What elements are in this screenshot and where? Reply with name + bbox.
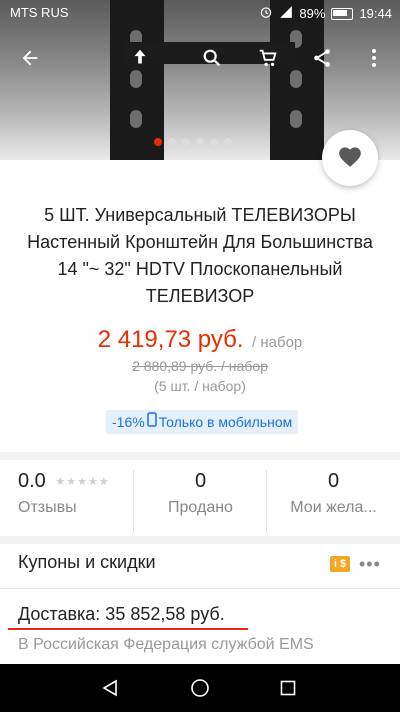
pack-info: (5 шт. / набор): [154, 378, 246, 394]
cart-icon[interactable]: [252, 42, 284, 74]
gallery-dot[interactable]: [168, 138, 176, 146]
share-upload-icon[interactable]: [124, 42, 156, 74]
coupons-label: Купоны и скидки: [18, 552, 156, 572]
rating-value: 0.0: [18, 470, 46, 492]
search-icon[interactable]: [196, 42, 228, 74]
system-nav-bar: [0, 664, 400, 712]
battery-icon: [331, 7, 354, 20]
more-vert-icon[interactable]: [358, 42, 390, 74]
wishlist-value: 0: [327, 470, 340, 492]
more-horiz-icon[interactable]: •••: [359, 554, 381, 575]
reviews-label: Отзывы: [18, 499, 77, 516]
shipping-label[interactable]: Доставка: 35 852,58 руб.: [18, 604, 225, 625]
sold-stat[interactable]: 0 Продано: [134, 470, 267, 517]
discount-percent: -16%: [112, 414, 145, 430]
alarm-icon: [259, 5, 273, 22]
shipping-underline: [8, 628, 248, 630]
shipping-method: В Российская Федерация службой EMS: [18, 636, 314, 653]
carrier-label: MTS RUS: [10, 5, 69, 20]
old-price: 2 880,89 руб. / набор: [132, 358, 268, 374]
gallery-dot[interactable]: [210, 138, 218, 146]
price-unit: / набор: [252, 334, 303, 351]
gallery-dot[interactable]: [224, 138, 232, 146]
price-row: 2 419,73 руб. / набор: [0, 326, 400, 354]
reviews-stat[interactable]: 0.0 ★★★★★ Отзывы: [0, 470, 133, 517]
section-divider: [0, 536, 400, 544]
row-divider: [0, 588, 400, 589]
back-arrow-icon[interactable]: [14, 42, 46, 74]
phone-icon: [146, 410, 157, 434]
mobile-discount-badge: -16% Только в мобильном: [106, 410, 299, 434]
mobile-only-label: Только в мобильном: [158, 414, 293, 430]
section-divider: [0, 452, 400, 460]
wishlist-button[interactable]: [322, 130, 378, 186]
battery-percent: 89%: [299, 6, 326, 21]
sold-value: 0: [194, 470, 207, 492]
share-icon[interactable]: [306, 42, 338, 74]
gallery-dot[interactable]: [196, 138, 204, 146]
status-bar: MTS RUS 89% 19:44: [0, 0, 400, 26]
gallery-indicator: [154, 138, 232, 146]
sold-label: Продано: [168, 499, 233, 516]
gallery-dot[interactable]: [182, 138, 190, 146]
nav-recents-icon[interactable]: [272, 672, 304, 704]
nav-home-icon[interactable]: [184, 672, 216, 704]
current-price: 2 419,73 руб.: [97, 326, 244, 353]
signal-icon: [279, 5, 293, 22]
nav-back-icon[interactable]: [94, 672, 126, 704]
rating-stars-icon: ★★★★★: [55, 476, 110, 489]
product-title: 5 ШТ. Универсальный ТЕЛЕВИЗОРЫ Настенный…: [27, 205, 373, 306]
wishlist-stat[interactable]: 0 Мои жела...: [267, 470, 400, 517]
toolbar: [0, 36, 400, 80]
coupon-icon: i $: [330, 556, 350, 572]
heart-icon: [337, 144, 363, 173]
gallery-dot[interactable]: [154, 138, 162, 146]
wishlist-label: Мои жела...: [290, 499, 377, 516]
clock: 19:44: [359, 6, 392, 21]
